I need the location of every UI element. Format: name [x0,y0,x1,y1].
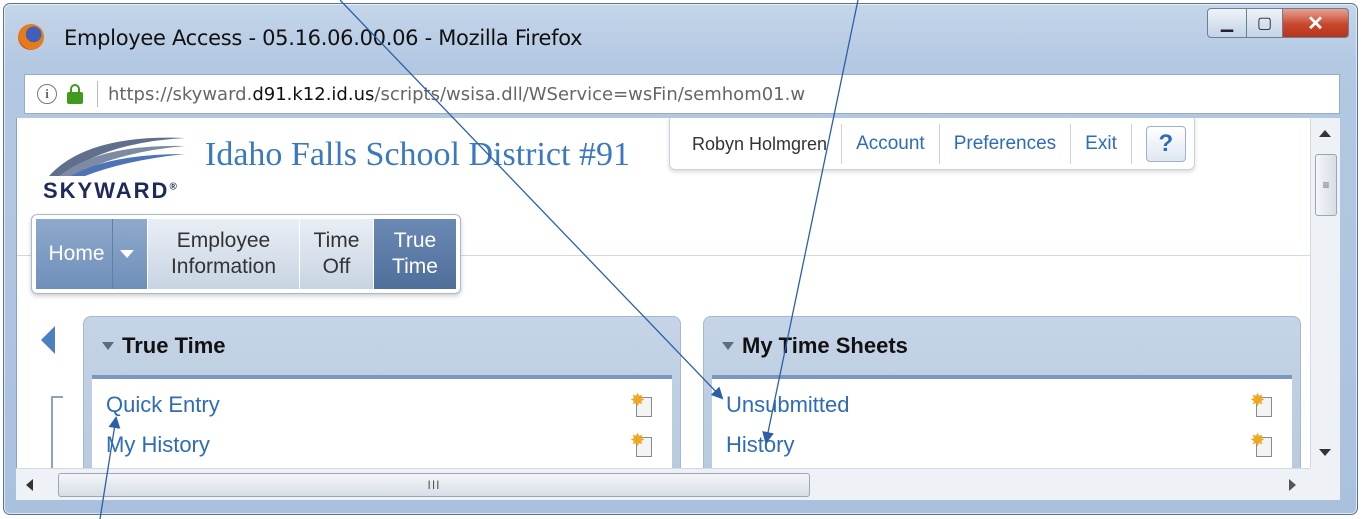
quick-entry-link[interactable]: Quick Entry [106,392,220,418]
district-title: Idaho Falls School District #91 [205,136,630,173]
user-nav: Robyn Holmgren Account Preferences Exit … [669,118,1195,170]
window-title: Employee Access - 05.16.06.00.06 - Mozil… [64,26,583,50]
vertical-scrollbar[interactable]: ≡ [1310,118,1340,468]
favorite-page-icon[interactable]: ✸ [630,431,654,459]
horizontal-scrollbar[interactable]: III [16,468,1310,500]
url-text[interactable]: https://skyward.d91.k12.id.us/scripts/ws… [108,84,805,105]
skyward-swoosh-icon [49,137,185,176]
true-time-panel: True Time Quick Entry ✸ My History ✸ [83,316,681,468]
tab-employee-information[interactable]: Employee Information [148,219,300,289]
preferences-link[interactable]: Preferences [940,123,1072,164]
my-time-sheets-panel-body: Unsubmitted ✸ History ✸ [712,375,1292,468]
url-domain: d91.k12.id.us [252,83,375,105]
address-bar[interactable]: i https://skyward.d91.k12.id.us/scripts/… [24,74,1340,114]
minimize-icon: ▁ [1220,15,1234,32]
my-history-link[interactable]: My History [106,432,210,458]
url-path: /scripts/wsisa.dll/WService=wsFin/semhom… [374,83,806,105]
list-item: Unsubmitted ✸ [712,385,1292,425]
url-separator [97,81,98,107]
firefox-icon [18,24,44,50]
page-viewport: SKYWARD® Idaho Falls School District #91… [16,118,1340,468]
exit-link[interactable]: Exit [1071,123,1132,164]
info-icon[interactable]: i [37,84,57,104]
user-name: Robyn Holmgren [678,123,843,164]
window-controls: ▁ ▢ ✕ [1207,8,1349,38]
my-time-sheets-panel-title: My Time Sheets [742,333,908,358]
horizontal-scroll-thumb[interactable]: III [58,473,810,497]
tab-home[interactable]: Home [36,219,148,289]
unsubmitted-link[interactable]: Unsubmitted [726,392,850,418]
scroll-right-icon[interactable] [1289,479,1296,491]
account-link[interactable]: Account [842,123,940,164]
favorite-page-icon[interactable]: ✸ [1250,431,1274,459]
history-link[interactable]: History [726,432,794,458]
close-button[interactable]: ✕ [1283,8,1349,38]
scroll-left-icon[interactable] [26,479,33,491]
favorite-page-icon[interactable]: ✸ [1250,391,1274,419]
collapse-left-icon[interactable] [41,326,55,354]
true-time-panel-body: Quick Entry ✸ My History ✸ [92,375,672,468]
tab-time-off-label: Time Off [313,229,360,278]
list-item: History ✸ [712,425,1292,465]
left-frame-edge [51,396,63,468]
url-prefix: https://skyward. [108,83,253,105]
help-button[interactable]: ? [1145,125,1186,162]
my-time-sheets-panel-header[interactable]: My Time Sheets [704,317,1300,375]
help-icon: ? [1158,129,1174,157]
collapse-triangle-icon[interactable] [102,342,114,350]
lock-icon[interactable] [67,84,83,104]
tab-true-time-label: True Time [392,229,438,278]
skyward-logo[interactable]: SKYWARD® [33,132,193,203]
tab-employee-label: Employee Information [170,229,277,278]
true-time-panel-title: True Time [122,333,226,358]
minimize-button[interactable]: ▁ [1207,8,1247,38]
vertical-scroll-thumb[interactable]: ≡ [1315,154,1337,216]
list-item: My History ✸ [92,425,672,465]
list-item: Quick Entry ✸ [92,385,672,425]
favorite-page-icon[interactable]: ✸ [630,391,654,419]
close-icon: ✕ [1307,12,1324,35]
title-bar[interactable]: Employee Access - 05.16.06.00.06 - Mozil… [4,4,1357,68]
logo-text: SKYWARD® [43,178,179,203]
collapse-triangle-icon[interactable] [722,342,734,350]
tab-true-time[interactable]: True Time [374,219,456,289]
scroll-corner [1310,468,1340,500]
true-time-panel-header[interactable]: True Time [84,317,680,375]
page-header: SKYWARD® Idaho Falls School District #91… [17,118,1313,294]
maximize-button[interactable]: ▢ [1247,8,1283,38]
maximize-icon: ▢ [1256,15,1273,32]
my-time-sheets-panel: My Time Sheets Unsubmitted ✸ History ✸ [703,316,1301,468]
main-tabs: Home Employee Information Time Off True Tim… [31,214,461,294]
chevron-down-icon[interactable] [111,219,142,289]
scroll-down-icon[interactable] [1319,449,1331,456]
registered-mark: ® [169,181,179,193]
scroll-up-icon[interactable] [1319,130,1331,137]
tab-time-off[interactable]: Time Off [300,219,374,289]
tab-home-label: Home [48,242,105,265]
